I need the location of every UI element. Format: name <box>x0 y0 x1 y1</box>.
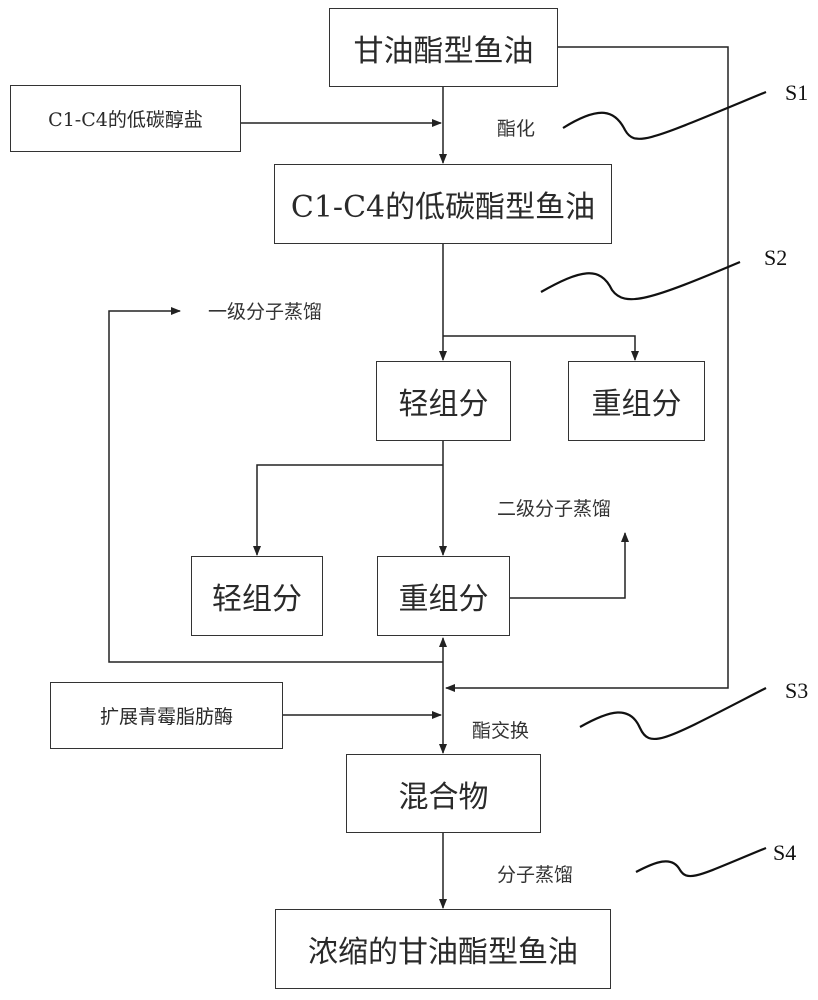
node-heavy-fraction-1: 重组分 <box>568 361 705 441</box>
node-c1c4-alkoxide: C1-C4的低碳醇盐 <box>10 85 241 152</box>
node-light-fraction-1: 轻组分 <box>376 361 511 441</box>
node-concentrated-oil: 浓缩的甘油酯型鱼油 <box>275 909 611 989</box>
leader-s2 <box>540 260 741 301</box>
label-primary-distillation: 一级分子蒸馏 <box>208 301 323 323</box>
node-lipase: 扩展青霉脂肪酶 <box>50 682 283 749</box>
leader-s1 <box>562 90 767 140</box>
label-molecular-distillation: 分子蒸馏 <box>497 864 574 886</box>
node-c1c4-ester-fish-oil: C1-C4的低碳酯型鱼油 <box>274 164 612 244</box>
arrow-secondary-distillation <box>510 532 629 599</box>
label-esterification: 酯化 <box>497 118 536 140</box>
arrow-to-heavy-1 <box>443 335 639 361</box>
node-light-fraction-2: 轻组分 <box>191 556 323 636</box>
label-transesterification: 酯交换 <box>472 720 530 742</box>
label-secondary-distillation: 二级分子蒸馏 <box>497 498 612 520</box>
node-mixture: 混合物 <box>346 754 541 833</box>
node-glyceride-fish-oil: 甘油酯型鱼油 <box>329 8 558 87</box>
leader-s3 <box>579 687 767 741</box>
step-s3: S3 <box>785 678 809 703</box>
arrow-to-light-2 <box>253 464 443 556</box>
node-heavy-fraction-2: 重组分 <box>377 556 510 636</box>
step-s4: S4 <box>773 840 797 865</box>
step-s1: S1 <box>785 80 809 105</box>
step-s2: S2 <box>764 245 788 270</box>
leader-s4 <box>635 846 767 878</box>
